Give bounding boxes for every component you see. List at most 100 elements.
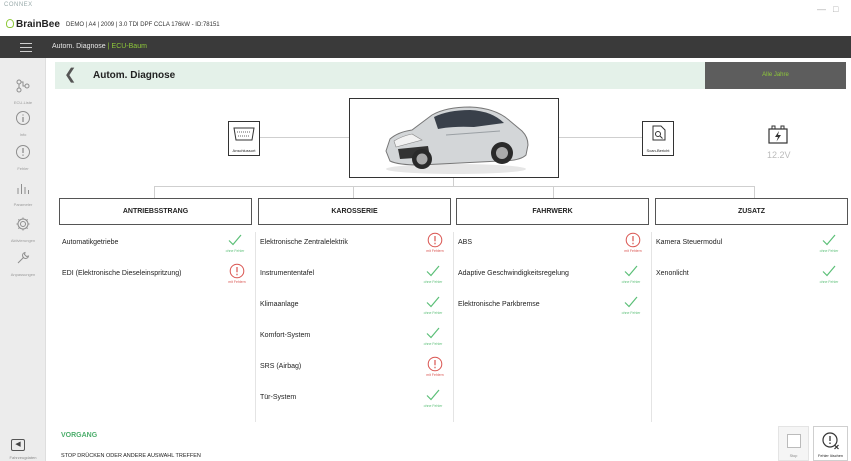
ecu-status-label: mit Fehlern	[426, 249, 444, 253]
sidebar-item-adaptations[interactable]: Anpassungen	[0, 250, 46, 277]
connector-location-button[interactable]: Anschlussort	[228, 121, 260, 156]
report-icon	[652, 125, 666, 141]
sidebar-item-activations[interactable]: Aktivierungen	[0, 216, 46, 243]
ecu-status-label: ohne Fehler	[423, 311, 443, 315]
ecu-status-label: ohne Fehler	[621, 280, 641, 284]
tree-connector	[453, 178, 454, 186]
check-icon	[822, 265, 836, 277]
error-icon	[427, 232, 443, 248]
check-icon	[426, 327, 440, 339]
ecu-status: ohne Fehler	[414, 294, 452, 315]
ecu-row[interactable]: Tür-System ohne Fehler	[256, 387, 452, 417]
tree-connector	[154, 186, 754, 187]
sidebar-item-parameters[interactable]: Parameter	[0, 180, 46, 207]
tree-connector	[553, 186, 554, 198]
ecu-status: mit Fehlern	[416, 232, 454, 253]
warning-icon	[16, 145, 30, 159]
ecu-row[interactable]: Adaptive Geschwindigkeitsregelung ohne Fe…	[454, 263, 650, 293]
maximize-icon[interactable]: □	[833, 4, 838, 14]
sidebar-label: ECU-Liste	[13, 100, 33, 105]
ecu-row[interactable]: Komfort-System ohne Fehler	[256, 325, 452, 355]
ecu-status: ohne Fehler	[810, 232, 848, 253]
category-body[interactable]: KAROSSERIE	[258, 198, 451, 225]
tree-connector	[353, 186, 354, 198]
gear-icon	[16, 217, 30, 231]
ecu-name: Adaptive Geschwindigkeitsregelung	[458, 270, 569, 277]
ecu-row[interactable]: Instrumententafel ohne Fehler	[256, 263, 452, 293]
ecu-status-label: mit Fehlern	[228, 280, 246, 284]
sidebar-item-errors[interactable]: Fehler	[0, 144, 46, 171]
ecu-row[interactable]: ABS mit Fehlern	[454, 232, 650, 262]
category-powertrain[interactable]: ANTRIEBSSTRANG	[59, 198, 252, 225]
ecu-name: Xenonlicht	[656, 270, 689, 277]
app-window: CONNEX BrainBee DEMO | A4 | 2009 | 3.0 T…	[0, 0, 851, 461]
vehicle-info: DEMO | A4 | 2009 | 3.0 TDI DPF CCLA 176k…	[66, 22, 220, 28]
stop-icon	[787, 434, 801, 448]
sidebar-label: Fehler	[17, 166, 29, 171]
obd-connector-icon	[233, 127, 255, 141]
battery-icon	[768, 125, 788, 144]
error-icon	[229, 263, 245, 279]
brand-logo: BrainBee	[6, 19, 60, 30]
scan-report-label: Scan-Bericht	[646, 148, 670, 153]
page-title: Autom. Diagnose	[93, 70, 176, 81]
tree-connector	[260, 137, 349, 138]
ecu-status-label: ohne Fehler	[819, 249, 839, 253]
ecu-name: ABS	[458, 239, 473, 246]
sidebar-label: Aktivierungen	[10, 238, 36, 243]
menu-icon[interactable]	[20, 43, 32, 52]
vehicle-data-button[interactable]: ◀	[11, 439, 25, 451]
year-filter-button[interactable]: Alle Jahre	[705, 62, 846, 89]
minimize-icon[interactable]: —	[817, 4, 826, 14]
sidebar-label: Anpassungen	[10, 272, 36, 277]
ecu-status-label: ohne Fehler	[225, 249, 245, 253]
ecu-name: Elektronische Parkbremse	[458, 301, 540, 308]
nav-header: Autom. Diagnose | ECU-Baum	[0, 36, 851, 58]
ecu-status-label: ohne Fehler	[819, 280, 839, 284]
ecu-status-label: ohne Fehler	[423, 404, 443, 408]
ecu-row[interactable]: Xenonlicht ohne Fehler	[652, 263, 848, 293]
ecu-status-label: ohne Fehler	[423, 342, 443, 346]
sidebar: ECU-Liste Info Fehler Parameter Aktivier…	[0, 58, 46, 461]
ecu-row[interactable]: Automatikgetriebe ohne Fehler	[58, 232, 254, 262]
check-icon	[426, 265, 440, 277]
ecu-row[interactable]: Kamera Steuermodul ohne Fehler	[652, 232, 848, 262]
ecu-status: ohne Fehler	[612, 294, 650, 315]
breadcrumb-root[interactable]: Autom. Diagnose	[52, 43, 106, 50]
check-icon	[624, 265, 638, 277]
scan-report-button[interactable]: Scan-Bericht	[642, 121, 674, 156]
clear-errors-button[interactable]: Fehler löschen	[813, 426, 848, 461]
ecu-row[interactable]: Elektronische Zentralelektrik mit Fehlern	[256, 232, 452, 262]
check-icon	[822, 234, 836, 246]
ecu-status: ohne Fehler	[216, 232, 254, 253]
sidebar-item-ecu-list[interactable]: ECU-Liste	[0, 78, 46, 105]
sidebar-item-info[interactable]: Info	[0, 110, 46, 137]
ecu-row[interactable]: EDI (Elektronische Dieseleinspritzung) mi…	[58, 263, 254, 293]
bar-chart-icon	[17, 184, 29, 194]
vehicle-data-icon: ◀	[15, 441, 21, 448]
tree-connector	[154, 186, 155, 198]
ecu-row[interactable]: Elektronische Parkbremse ohne Fehler	[454, 294, 650, 324]
ecu-row[interactable]: Klimaanlage ohne Fehler	[256, 294, 452, 324]
error-icon	[427, 356, 443, 372]
check-icon	[228, 234, 242, 246]
ecu-row[interactable]: SRS (Airbag) mit Fehlern	[256, 356, 452, 386]
back-icon[interactable]: ❮	[64, 67, 77, 83]
ecu-status: ohne Fehler	[414, 387, 452, 408]
process-title: VORGANG	[61, 432, 98, 439]
ecu-name: Elektronische Zentralelektrik	[260, 239, 348, 246]
category-accessories[interactable]: ZUSATZ	[655, 198, 848, 225]
breadcrumb-active: ECU-Baum	[111, 43, 147, 50]
wrench-icon	[17, 251, 30, 264]
ecu-status-label: mit Fehlern	[624, 249, 642, 253]
stop-button[interactable]: Stop	[778, 426, 809, 461]
module-header: ❮ Autom. Diagnose Alle Jahre	[55, 62, 846, 89]
clear-errors-label: Fehler löschen	[818, 454, 843, 458]
ecu-name: Instrumententafel	[260, 270, 315, 277]
ecu-name: EDI (Elektronische Dieseleinspritzung)	[62, 270, 182, 277]
category-chassis[interactable]: FAHRWERK	[456, 198, 649, 225]
ecu-column-powertrain: Automatikgetriebe ohne Fehler EDI (Elektro…	[58, 232, 254, 422]
ecu-column-accessories: Kamera Steuermodul ohne Fehler Xenonlicht o…	[652, 232, 848, 422]
ecu-status-label: mit Fehlern	[426, 373, 444, 377]
process-message: STOP DRÜCKEN ODER ANDERE AUSWAHL TREFFEN	[61, 453, 201, 459]
